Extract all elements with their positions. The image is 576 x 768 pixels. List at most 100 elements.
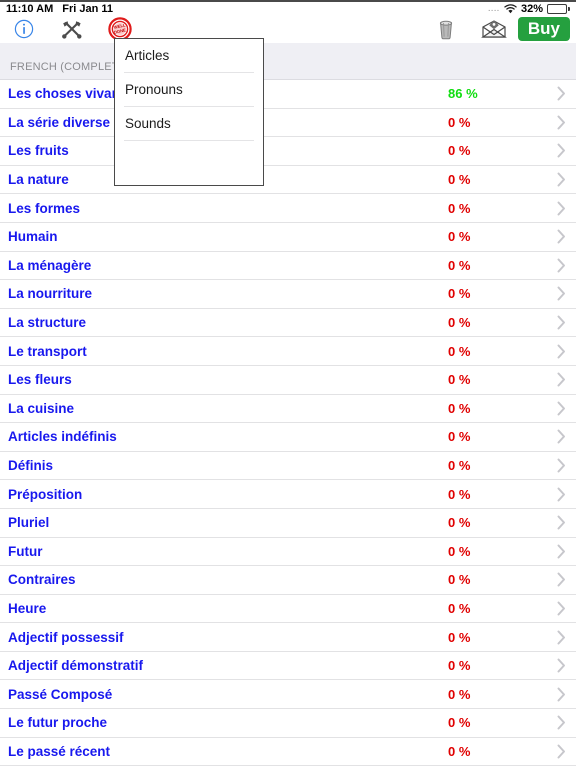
menu-item[interactable]: Articles (115, 39, 263, 72)
progress-percent: 0 % (448, 600, 471, 616)
progress-percent: 0 % (448, 743, 471, 759)
table-row[interactable]: La série diverse 0 % (0, 109, 576, 138)
lesson-title: Préposition (8, 486, 83, 502)
progress-percent: 0 % (448, 715, 471, 731)
section-header: FRENCH (COMPLETE) (0, 43, 576, 80)
table-row[interactable]: Les choses vivantes 86 % (0, 80, 576, 109)
chevron-right-icon (546, 401, 576, 416)
table-row[interactable]: Le transport 0 % (0, 337, 576, 366)
table-row[interactable]: Pluriel 0 % (0, 509, 576, 538)
lesson-title: Pluriel (8, 515, 50, 531)
chevron-right-icon (546, 143, 576, 158)
lesson-title: La cuisine (8, 400, 75, 416)
table-row[interactable]: Préposition 0 % (0, 480, 576, 509)
progress-percent: 0 % (448, 515, 471, 531)
progress-percent: 0 % (448, 372, 471, 388)
chevron-right-icon (546, 372, 576, 387)
table-row[interactable]: Contraires 0 % (0, 566, 576, 595)
chevron-right-icon (546, 344, 576, 359)
battery-percent-label: 32% (520, 3, 543, 15)
lesson-title: Adjectif démonstratif (8, 658, 144, 674)
chevron-right-icon (546, 715, 576, 730)
lesson-title: La structure (8, 315, 87, 331)
table-row[interactable]: La nourriture 0 % (0, 280, 576, 309)
chevron-right-icon (546, 458, 576, 473)
table-row[interactable]: La nature 0 % (0, 166, 576, 195)
progress-percent: 0 % (448, 257, 471, 273)
menu-item[interactable]: Sounds (115, 107, 263, 140)
info-button[interactable] (0, 16, 48, 42)
chevron-right-icon (546, 258, 576, 273)
chevron-right-icon (546, 286, 576, 301)
lesson-title: La nature (8, 172, 69, 188)
table-row[interactable]: La structure 0 % (0, 309, 576, 338)
table-row[interactable]: Le futur proche 0 % (0, 709, 576, 738)
table-row[interactable]: Les fleurs 0 % (0, 366, 576, 395)
progress-percent: 0 % (448, 686, 471, 702)
table-row[interactable]: Définis 0 % (0, 452, 576, 481)
lesson-title: Contraires (8, 572, 76, 588)
table-row[interactable]: Adjectif démonstratif 0 % (0, 652, 576, 681)
progress-percent: 0 % (448, 200, 471, 216)
chevron-right-icon (546, 201, 576, 216)
table-row[interactable]: Les formes 0 % (0, 194, 576, 223)
progress-percent: 0 % (448, 229, 471, 245)
chevron-right-icon (546, 315, 576, 330)
table-row[interactable]: La cuisine 0 % (0, 395, 576, 424)
progress-percent: 0 % (448, 458, 471, 474)
tools-button[interactable] (48, 16, 96, 42)
table-row[interactable]: Articles indéfinis 0 % (0, 423, 576, 452)
progress-percent: 0 % (448, 629, 471, 645)
progress-percent: 0 % (448, 114, 471, 130)
table-row[interactable]: Le passé récent 0 % (0, 738, 576, 767)
table-row[interactable]: Humain 0 % (0, 223, 576, 252)
lesson-title: Passé Composé (8, 686, 113, 702)
dropdown-menu[interactable]: Articles Pronouns Sounds (114, 38, 264, 186)
lesson-title: La ménagère (8, 257, 92, 273)
status-bar: 11:10 AM Fri Jan 11 .... 32% (0, 2, 576, 16)
wifi-icon (504, 4, 517, 14)
chevron-right-icon (546, 86, 576, 101)
progress-percent: 0 % (448, 543, 471, 559)
trash-icon (437, 18, 455, 40)
status-time: 11:10 AM (6, 3, 54, 15)
lesson-title: Heure (8, 600, 47, 616)
progress-percent: 0 % (448, 429, 471, 445)
lesson-title: Les fleurs (8, 372, 72, 388)
lesson-title: Définis (8, 458, 54, 474)
menu-item[interactable]: Pronouns (115, 73, 263, 106)
trash-button[interactable] (422, 16, 470, 42)
mail-button[interactable] (470, 16, 518, 42)
app-root: 11:10 AM Fri Jan 11 .... 32% WELL DONE B… (0, 0, 576, 768)
lesson-title: Les fruits (8, 143, 69, 159)
lesson-title: Le transport (8, 343, 87, 359)
table-row[interactable]: La ménagère 0 % (0, 252, 576, 281)
section-header-label: FRENCH (COMPLETE) (10, 61, 131, 73)
buy-button[interactable]: Buy (517, 16, 570, 42)
mail-envelope-icon (480, 19, 507, 39)
info-icon (14, 19, 34, 39)
lesson-title: Le passé récent (8, 743, 111, 759)
table-row[interactable]: Passé Composé 0 % (0, 680, 576, 710)
status-bar-right: .... 32% (488, 3, 570, 15)
progress-percent: 0 % (448, 286, 471, 302)
chevron-right-icon (546, 429, 576, 444)
lesson-title: La série diverse (8, 114, 111, 130)
tools-icon (61, 19, 83, 39)
table-row[interactable]: Adjectif possessif 0 % (0, 623, 576, 652)
menu-item-empty (115, 141, 263, 174)
lesson-title: Le futur proche (8, 715, 108, 731)
lesson-title: Futur (8, 543, 43, 559)
chevron-right-icon (546, 687, 576, 702)
chevron-right-icon (546, 544, 576, 559)
progress-percent: 86 % (448, 86, 478, 102)
progress-percent: 0 % (448, 400, 471, 416)
status-date: Fri Jan 11 (62, 3, 114, 15)
progress-percent: 0 % (448, 172, 471, 188)
lesson-list[interactable]: Les choses vivantes 86 % La série diverse 0… (0, 80, 576, 768)
table-row[interactable]: Les fruits 0 % (0, 137, 576, 166)
table-row[interactable]: Heure 0 % (0, 595, 576, 624)
lesson-title: Les formes (8, 200, 81, 216)
chevron-right-icon (546, 630, 576, 645)
table-row[interactable]: Futur 0 % (0, 538, 576, 567)
